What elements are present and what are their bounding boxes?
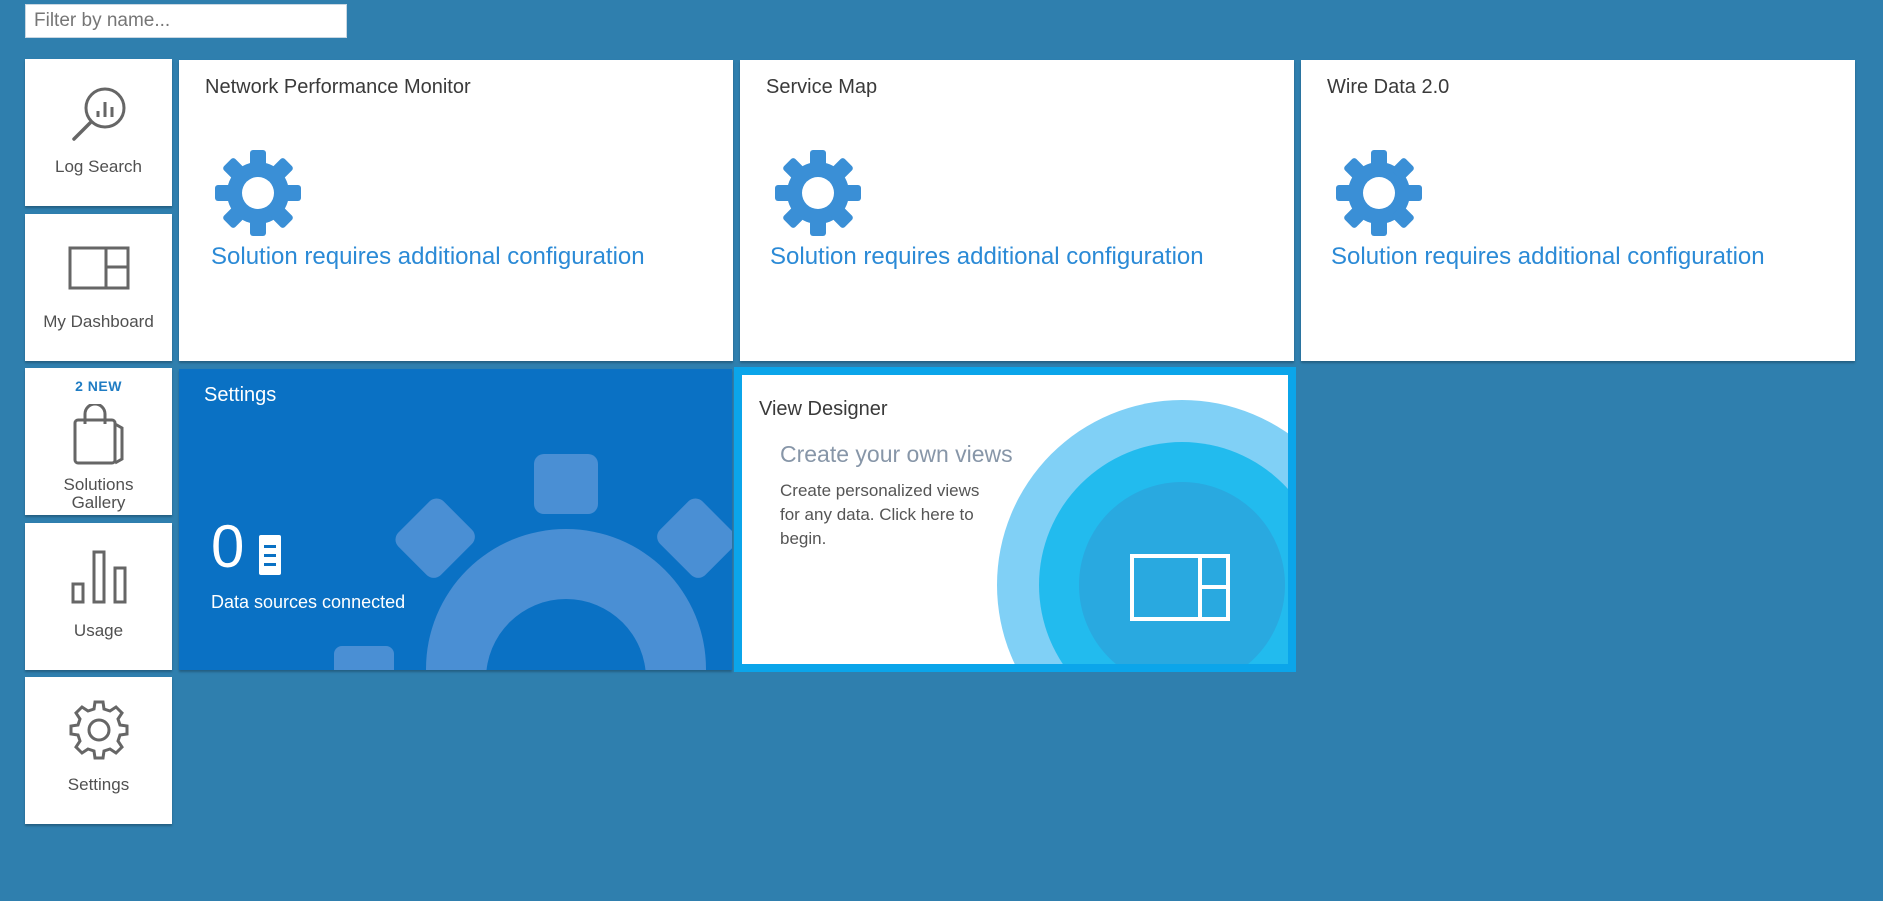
gear-icon — [215, 150, 301, 241]
nav-label-settings: Settings — [67, 775, 130, 794]
view-designer-tile[interactable]: View Designer Create your own views Crea… — [734, 367, 1296, 672]
data-source-icon — [259, 535, 281, 580]
solution-tile-service-map[interactable]: Service Map Solution requires additional… — [740, 60, 1294, 361]
nav-tile-log-search[interactable]: Log Search — [25, 59, 172, 206]
gear-icon — [25, 700, 172, 760]
nav-label-solutions-gallery-line2: Gallery — [71, 493, 126, 512]
nav-tile-solutions-gallery[interactable]: 2 NEW Solutions Gallery — [25, 368, 172, 515]
configuration-required-link[interactable]: Solution requires additional configurati… — [770, 243, 1204, 271]
tile-title: Wire Data 2.0 — [1327, 76, 1450, 98]
nav-label-my-dashboard: My Dashboard — [43, 312, 154, 331]
nav-tile-my-dashboard[interactable]: My Dashboard — [25, 214, 172, 361]
bar-chart-icon — [25, 550, 172, 604]
tile-title: View Designer — [759, 398, 888, 420]
gear-icon — [775, 150, 861, 241]
nav-label-usage: Usage — [73, 621, 124, 640]
solution-tile-wire-data[interactable]: Wire Data 2.0 Solution requires addition… — [1301, 60, 1855, 361]
tile-title: Settings — [204, 384, 277, 406]
settings-tile[interactable]: Settings 0 Data sources connected — [179, 369, 732, 670]
filter-by-name-input[interactable] — [25, 4, 347, 38]
data-sources-label: Data sources connected — [211, 592, 406, 612]
dashboard-layout-icon — [25, 246, 172, 290]
nav-label-solutions-gallery-line1: Solutions — [63, 475, 134, 494]
tile-title: Service Map — [766, 76, 878, 98]
nav-tile-usage[interactable]: Usage — [25, 523, 172, 670]
shopping-bag-icon — [25, 404, 172, 466]
new-count-badge: 2 NEW — [75, 378, 122, 394]
view-designer-headline: Create your own views — [780, 441, 1013, 467]
gear-icon — [1336, 150, 1422, 241]
configuration-required-link[interactable]: Solution requires additional configurati… — [211, 243, 645, 271]
data-sources-count: 0 — [211, 513, 245, 580]
nav-tile-settings[interactable]: Settings — [25, 677, 172, 824]
view-designer-description: Create personalized views for any data. … — [780, 481, 980, 548]
magnifier-chart-icon — [25, 84, 172, 144]
solution-tile-network-performance-monitor[interactable]: Network Performance Monitor Solution req… — [179, 60, 733, 361]
tile-title: Network Performance Monitor — [205, 76, 471, 98]
configuration-required-link[interactable]: Solution requires additional configurati… — [1331, 243, 1765, 271]
background-gear-icon — [334, 454, 732, 670]
nav-label-log-search: Log Search — [55, 157, 142, 176]
